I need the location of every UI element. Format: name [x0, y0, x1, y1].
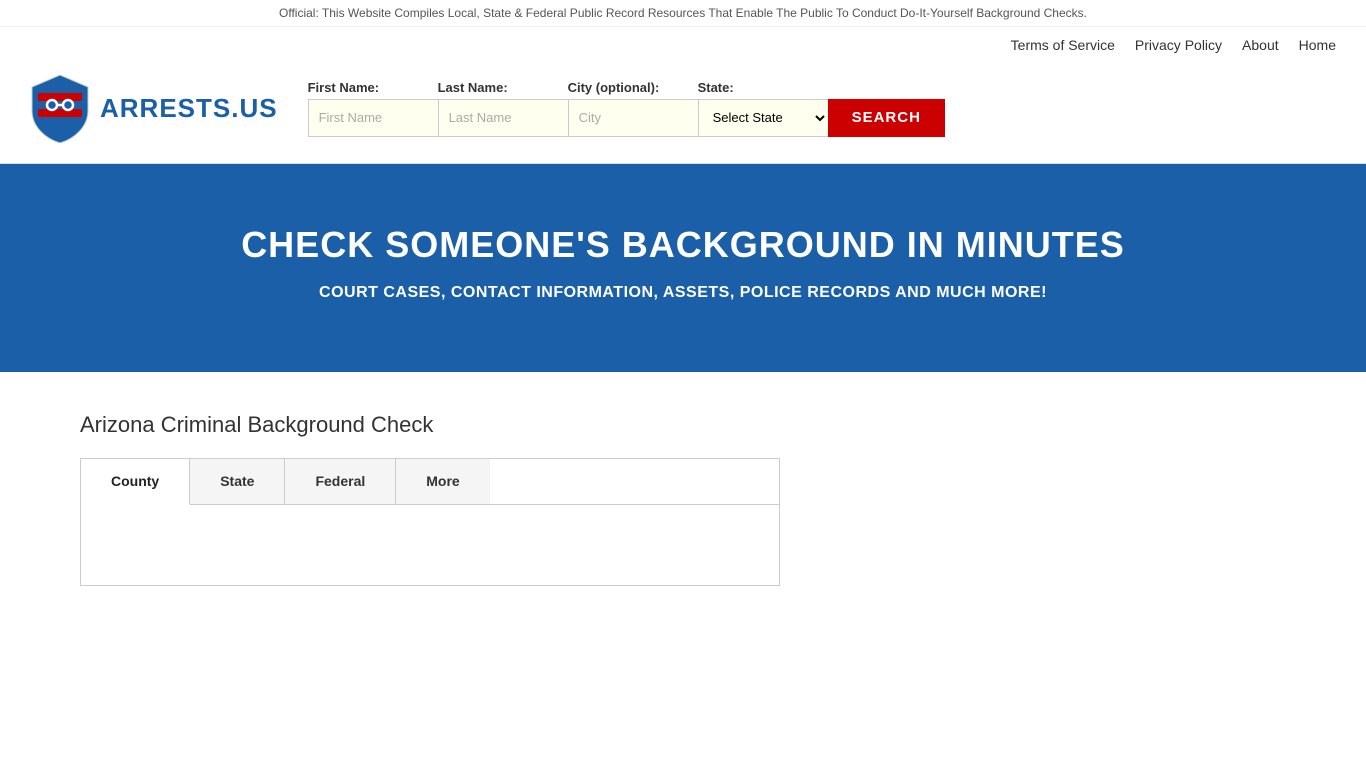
- search-fields: First Name: Last Name: City (optional): …: [308, 80, 945, 137]
- tab-federal[interactable]: Federal: [285, 459, 396, 504]
- logo-link[interactable]: ARRESTS.US: [30, 73, 278, 143]
- search-button[interactable]: SEARCH: [828, 99, 945, 137]
- tab-state[interactable]: State: [190, 459, 285, 504]
- city-field-group: City (optional):: [568, 80, 698, 137]
- state-select[interactable]: Select State Alabama Alaska Arizona Arka…: [698, 99, 828, 137]
- nav-about[interactable]: About: [1242, 37, 1279, 53]
- last-name-input[interactable]: [438, 99, 568, 137]
- logo-shield-icon: [30, 73, 90, 143]
- first-name-input[interactable]: [308, 99, 438, 137]
- first-name-field-group: First Name:: [308, 80, 438, 137]
- hero-subheading: COURT CASES, CONTACT INFORMATION, ASSETS…: [20, 284, 1346, 302]
- top-bar-text: Official: This Website Compiles Local, S…: [279, 6, 1087, 20]
- header: ARRESTS.US First Name: Last Name: City (…: [0, 63, 1366, 164]
- last-name-field-group: Last Name:: [438, 80, 568, 137]
- nav-terms[interactable]: Terms of Service: [1011, 37, 1115, 53]
- logo-text: ARRESTS.US: [100, 93, 278, 124]
- state-field-group: State: Select State Alabama Alaska Arizo…: [698, 80, 828, 137]
- city-input[interactable]: [568, 99, 698, 137]
- nav-home[interactable]: Home: [1299, 37, 1336, 53]
- last-name-label: Last Name:: [438, 80, 568, 95]
- hero-section: CHECK SOMEONE'S BACKGROUND IN MINUTES CO…: [0, 164, 1366, 372]
- state-label: State:: [698, 80, 828, 95]
- city-label: City (optional):: [568, 80, 698, 95]
- tab-content: [81, 505, 779, 585]
- hero-heading: CHECK SOMEONE'S BACKGROUND IN MINUTES: [20, 224, 1346, 266]
- top-bar: Official: This Website Compiles Local, S…: [0, 0, 1366, 27]
- nav: Terms of Service Privacy Policy About Ho…: [0, 27, 1366, 63]
- search-area: First Name: Last Name: City (optional): …: [308, 80, 945, 137]
- tabs-header: County State Federal More: [81, 459, 779, 505]
- first-name-label: First Name:: [308, 80, 438, 95]
- main-content: Arizona Criminal Background Check County…: [0, 372, 1366, 626]
- tab-county[interactable]: County: [81, 459, 190, 505]
- nav-privacy[interactable]: Privacy Policy: [1135, 37, 1222, 53]
- section-title: Arizona Criminal Background Check: [80, 412, 1286, 438]
- tabs-container: County State Federal More: [80, 458, 780, 586]
- tab-more[interactable]: More: [396, 459, 489, 504]
